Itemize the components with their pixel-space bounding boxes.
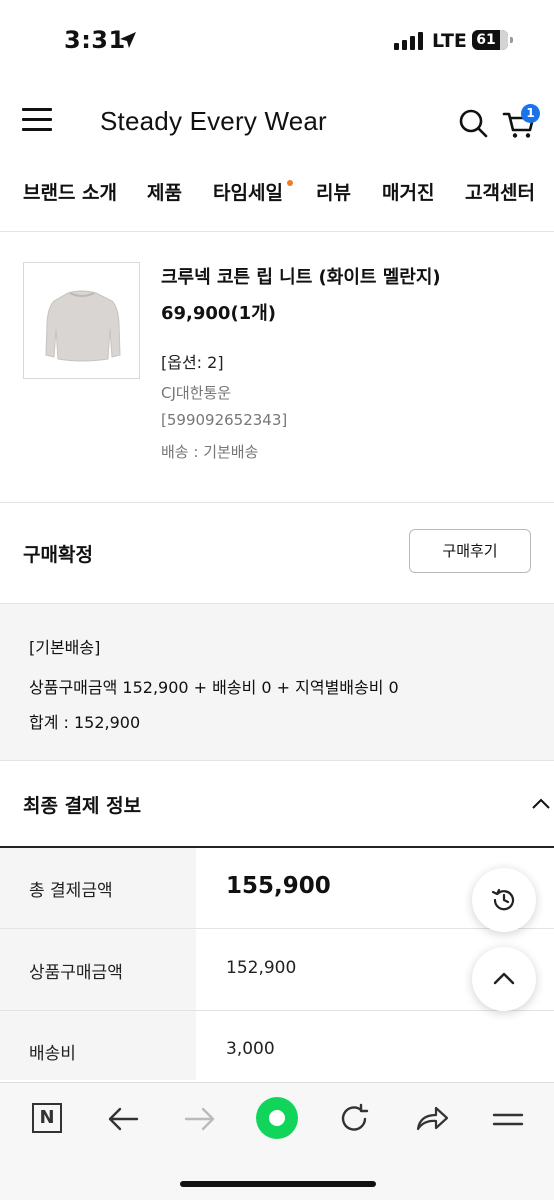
battery-level: 61 [476, 32, 496, 48]
nav-item-brand[interactable]: 브랜드 소개 [23, 178, 117, 205]
product-option: [옵션: 2] [161, 353, 224, 372]
row-divider [0, 1010, 554, 1011]
shipping-summary: [기본배송] 상품구매금액 152,900 + 배송비 0 + 지역별배송비 0… [0, 603, 554, 761]
shipping-type: [기본배송] [29, 638, 101, 657]
forward-arrow-icon [184, 1107, 215, 1131]
purchase-confirmed-label: 구매확정 [23, 544, 93, 566]
product-amount-label: 상품구매금액 [29, 963, 123, 983]
product-thumbnail[interactable] [23, 262, 140, 379]
product-name[interactable]: 크루넥 코튼 립 니트 (화이트 멜란지) [161, 263, 441, 289]
product-divider [0, 502, 554, 503]
status-time: 3:31 [64, 26, 126, 54]
site-header: Steady Every Wear [0, 84, 554, 162]
forward-button[interactable] [178, 1099, 222, 1139]
nav-item-review[interactable]: 리뷰 [316, 178, 351, 205]
courier-name: CJ대한통운 [161, 384, 232, 402]
naver-home-button[interactable]: N [24, 1099, 68, 1139]
history-icon [491, 888, 515, 911]
total-payment-label: 총 결제금액 [29, 881, 113, 901]
share-button[interactable] [410, 1099, 454, 1139]
browser-menu-button[interactable] [486, 1099, 530, 1139]
naver-n-icon: N [32, 1103, 62, 1133]
search-icon[interactable] [458, 108, 488, 138]
new-indicator-dot [287, 180, 293, 186]
nav-item-magazine[interactable]: 매거진 [382, 178, 434, 205]
history-button[interactable] [472, 868, 536, 932]
green-dot-button[interactable] [256, 1097, 298, 1139]
row-divider [0, 928, 554, 929]
signal-icon [394, 32, 423, 50]
shipping-total: 합계 : 152,900 [29, 713, 141, 732]
back-button[interactable] [101, 1099, 145, 1139]
product-amount-value: 152,900 [226, 958, 297, 978]
shipping-fee-label: 배송비 [29, 1044, 76, 1064]
scroll-top-button[interactable] [472, 947, 536, 1011]
sweater-image [45, 290, 121, 362]
shipping-fee-value: 3,000 [226, 1039, 275, 1059]
nav-item-support[interactable]: 고객센터 [465, 178, 535, 205]
reload-button[interactable] [333, 1099, 377, 1139]
delivery-type: 배송 : 기본배송 [161, 443, 259, 461]
tracking-number[interactable]: [599092652343] [161, 411, 287, 429]
product-price: 69,900(1개) [161, 303, 276, 324]
reload-icon [341, 1103, 369, 1131]
network-label: LTE [432, 30, 467, 52]
nav-item-timesale[interactable]: 타임세일 [213, 178, 283, 205]
shipping-breakdown: 상품구매금액 152,900 + 배송비 0 + 지역별배송비 0 [29, 678, 399, 697]
home-indicator[interactable] [180, 1181, 376, 1187]
nav-divider [0, 231, 554, 232]
chevron-up-icon [493, 972, 515, 985]
cart-count-badge: 1 [521, 104, 540, 123]
hamburger-icon[interactable] [22, 108, 52, 134]
share-icon [416, 1106, 449, 1131]
final-payment-title: 최종 결제 정보 [23, 795, 142, 817]
nav-item-products[interactable]: 제품 [147, 178, 182, 205]
collapse-chevron-icon[interactable] [530, 794, 552, 814]
battery-icon: 61 [472, 30, 513, 50]
site-title[interactable]: Steady Every Wear [100, 106, 327, 137]
status-bar: 3:31 LTE 61 [0, 0, 554, 84]
location-arrow-icon [120, 32, 136, 48]
main-nav: 브랜드 소개 제품 타임세일 리뷰 매거진 고객센터 [0, 178, 554, 214]
total-payment-value: 155,900 [226, 873, 331, 899]
write-review-button[interactable]: 구매후기 [409, 529, 531, 573]
menu-lines-icon [492, 1113, 524, 1126]
back-arrow-icon [108, 1107, 139, 1131]
